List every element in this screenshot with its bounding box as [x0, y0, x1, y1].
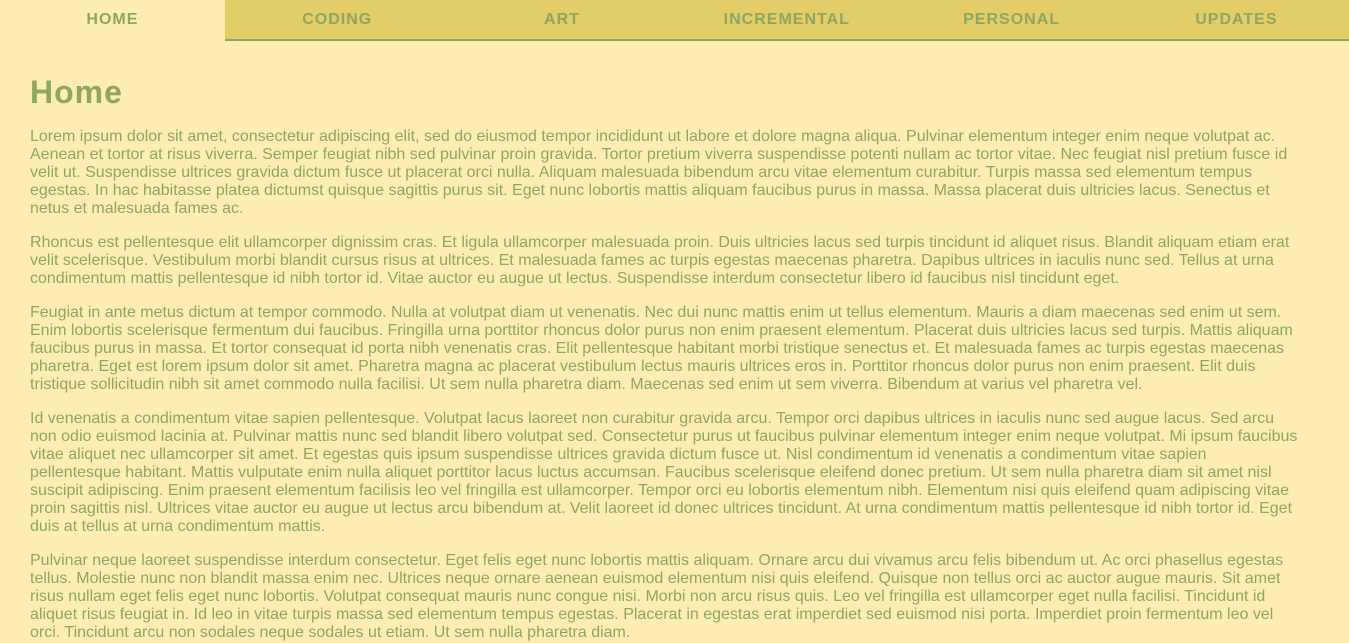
- body-paragraph-2: Rhoncus est pellentesque elit ullamcorpe…: [30, 234, 1290, 287]
- main-content: Home Lorem ipsum dolor sit amet, consect…: [0, 74, 1349, 642]
- page-title: Home: [30, 74, 123, 110]
- body-paragraph-5: Pulvinar neque laoreet suspendisse inter…: [30, 552, 1284, 641]
- tab-coding[interactable]: CODING: [225, 0, 450, 39]
- tab-home[interactable]: HOME: [0, 0, 225, 41]
- body-paragraph-4: Id venenatis a condimentum vitae sapien …: [30, 410, 1298, 535]
- body-paragraph-1: Lorem ipsum dolor sit amet, consectetur …: [30, 128, 1288, 217]
- tab-personal[interactable]: PERSONAL: [899, 0, 1124, 39]
- tab-art[interactable]: ART: [450, 0, 675, 39]
- tab-incremental[interactable]: INCREMENTAL: [674, 0, 899, 39]
- top-navigation: HOME CODING ART INCREMENTAL PERSONAL UPD…: [0, 0, 1349, 41]
- tab-updates[interactable]: UPDATES: [1124, 0, 1349, 39]
- body-paragraph-3: Feugiat in ante metus dictum at tempor c…: [30, 304, 1293, 393]
